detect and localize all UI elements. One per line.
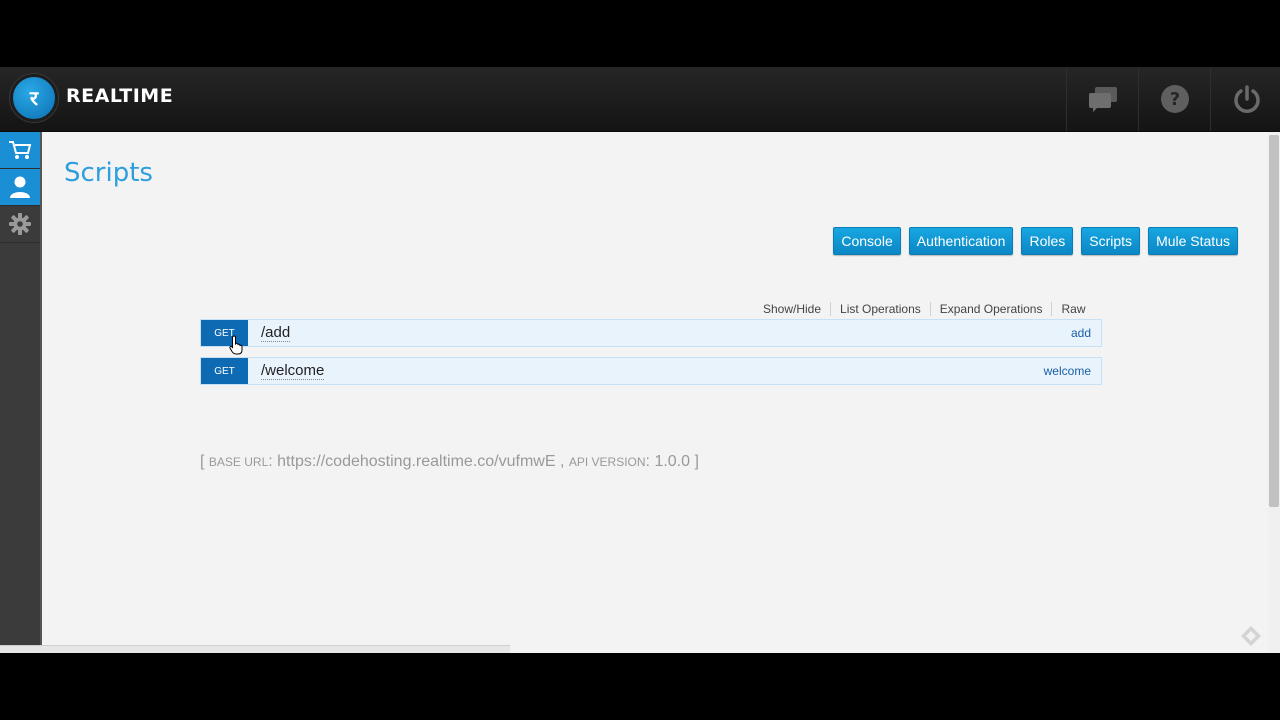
roles-button[interactable]: Roles	[1021, 227, 1074, 255]
realtime-logo[interactable]: र	[10, 74, 58, 122]
expand-operations-link[interactable]: Expand Operations	[931, 302, 1053, 316]
base-url-label: BASE URL	[208, 455, 269, 469]
endpoint-path[interactable]: /welcome	[261, 362, 325, 380]
help-button[interactable]: ?	[1138, 67, 1210, 131]
scripts-button[interactable]: Scripts	[1081, 227, 1141, 255]
endpoint-name[interactable]: add	[1071, 326, 1091, 340]
power-button[interactable]	[1210, 67, 1280, 131]
close-bracket: ]	[694, 453, 699, 470]
svg-text:?: ?	[1169, 89, 1179, 110]
left-sidebar	[0, 132, 42, 653]
show-hide-link[interactable]: Show/Hide	[763, 302, 832, 316]
user-icon	[10, 176, 30, 198]
endpoint-path[interactable]: /add	[261, 324, 291, 342]
raw-link[interactable]: Raw	[1052, 302, 1085, 316]
operations-links: Show/Hide List Operations Expand Operati…	[763, 302, 1086, 316]
api-version-value: 1.0.0	[654, 453, 691, 470]
api-version-label: API VERSION	[568, 455, 646, 469]
open-bracket: [	[200, 453, 205, 470]
app-frame: र REALTIME ? Scripts Console Authenticat…	[0, 67, 1280, 653]
diamond-logo-icon	[1241, 626, 1261, 646]
help-icon: ?	[1160, 85, 1189, 113]
base-url-info: [ BASE URL: https://codehosting.realtime…	[200, 453, 699, 470]
hand-cursor-icon	[229, 335, 243, 355]
console-button[interactable]: Console	[833, 227, 901, 255]
endpoint-row-add[interactable]: GET /add add	[200, 319, 1102, 347]
authentication-button[interactable]: Authentication	[908, 227, 1014, 255]
top-bar: र REALTIME ?	[0, 67, 1280, 132]
top-nav-buttons: Console Authentication Roles Scripts Mul…	[833, 227, 1238, 255]
sidebar-item-settings[interactable]	[0, 206, 40, 243]
cart-icon	[9, 141, 32, 159]
sidebar-item-store[interactable]	[0, 132, 40, 169]
gear-icon	[9, 213, 31, 235]
base-url-value: https://codehosting.realtime.co/vufmwE	[277, 453, 556, 470]
power-icon	[1233, 85, 1260, 113]
endpoint-name[interactable]: welcome	[1044, 364, 1091, 378]
page-title: Scripts	[64, 158, 153, 188]
brand-name: REALTIME	[66, 85, 174, 107]
mule-status-button[interactable]: Mule Status	[1148, 227, 1238, 255]
browser-status-bar	[0, 645, 510, 653]
endpoint-row-welcome[interactable]: GET /welcome welcome	[200, 357, 1102, 385]
chat-button[interactable]	[1066, 67, 1138, 131]
method-badge[interactable]: GET	[201, 358, 248, 384]
chat-icon	[1088, 87, 1117, 112]
scrollbar-thumb[interactable]	[1269, 135, 1279, 507]
list-operations-link[interactable]: List Operations	[831, 302, 931, 316]
sidebar-item-user[interactable]	[0, 169, 40, 206]
